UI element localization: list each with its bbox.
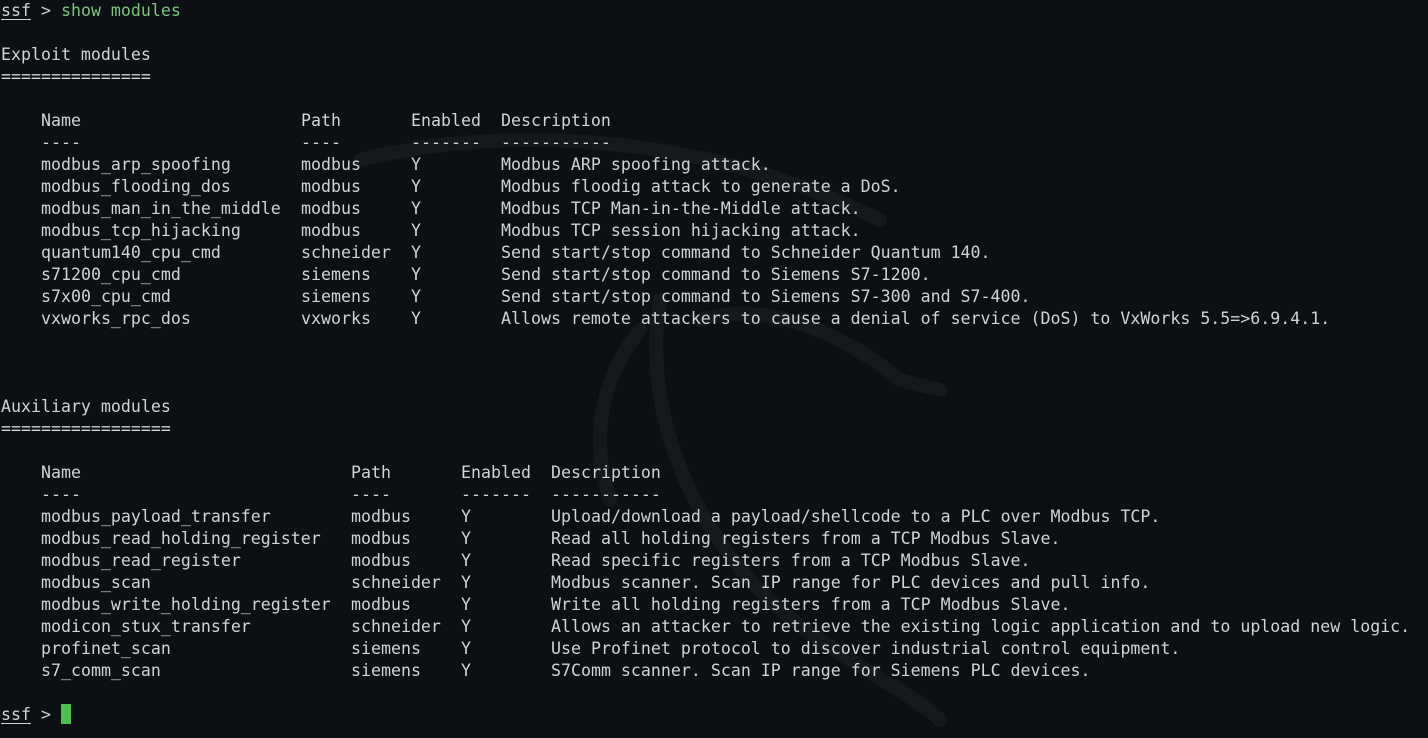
auxiliary-section-title: Auxiliary modules [1,397,171,416]
table-row-name: s7x00_cpu_cmd [41,287,171,306]
table-row-path: siemens [351,639,421,658]
table-row-name: modbus_read_holding_register [41,529,321,548]
exploit-section-title: Exploit modules [1,45,151,64]
table-header-name: Name [41,463,81,482]
table-row-path: schneider [351,617,441,636]
table-row-path: vxworks [301,309,371,328]
table-row-name: modicon_stux_transfer [41,617,251,636]
table-row-enabled: Y [461,507,471,526]
table-row-description: Read all holding registers from a TCP Mo… [551,529,1061,548]
table-row-description: Allows remote attackers to cause a denia… [501,309,1331,328]
table-row-enabled: Y [461,529,471,548]
table-header-description: Description [551,463,661,482]
table-header-enabled: Enabled [461,463,531,482]
table-row-name: s71200_cpu_cmd [41,265,181,284]
table-row-enabled: Y [411,177,421,196]
prompt-host: ssf [1,1,31,20]
table-row-enabled: Y [461,595,471,614]
table-row-description: Send start/stop command to Siemens S7-30… [501,287,1031,306]
table-separator-name: ---- [41,485,81,504]
table-row-name: quantum140_cpu_cmd [41,243,221,262]
table-row-description: Modbus TCP Man-in-the-Middle attack. [501,199,861,218]
table-row-description: Modbus TCP session hijacking attack. [501,221,861,240]
table-row-name: modbus_man_in_the_middle [41,199,281,218]
table-row-enabled: Y [461,573,471,592]
table-row-name: modbus_payload_transfer [41,507,271,526]
table-row-description: Send start/stop command to Siemens S7-12… [501,265,931,284]
table-row-description: S7Comm scanner. Scan IP range for Siemen… [551,661,1091,680]
prompt-symbol: > [40,705,51,724]
auxiliary-section-underline: ================= [1,419,171,438]
table-row-name: profinet_scan [41,639,171,658]
table-row-enabled: Y [461,661,471,680]
table-row-enabled: Y [411,287,421,306]
table-row-name: modbus_read_register [41,551,241,570]
table-separator-description: ----------- [501,133,611,152]
table-row-enabled: Y [411,243,421,262]
table-row-description: Modbus scanner. Scan IP range for PLC de… [551,573,1151,592]
table-row-enabled: Y [411,221,421,240]
table-row-description: Write all holding registers from a TCP M… [551,595,1071,614]
table-row-description: Modbus floodig attack to generate a DoS. [501,177,901,196]
command-prompt-line: ssf > show modules [1,0,181,22]
table-separator-path: ---- [351,485,391,504]
input-prompt-line[interactable]: ssf > [1,704,71,726]
table-row-path: siemens [301,265,371,284]
table-row-enabled: Y [411,309,421,328]
table-row-enabled: Y [411,155,421,174]
table-row-enabled: Y [411,265,421,284]
table-row-path: schneider [351,573,441,592]
text-cursor[interactable] [60,704,71,724]
table-header-path: Path [351,463,391,482]
table-row-path: modbus [351,529,411,548]
table-row-path: modbus [301,221,361,240]
table-header-enabled: Enabled [411,111,481,130]
table-separator-description: ----------- [551,485,661,504]
terminal-window[interactable]: ssf > show modules Exploit modules =====… [0,0,1428,738]
table-row-path: modbus [351,595,411,614]
table-row-enabled: Y [461,617,471,636]
table-row-path: schneider [301,243,391,262]
table-header-name: Name [41,111,81,130]
prompt-symbol: > [40,1,51,20]
table-row-description: Read specific registers from a TCP Modbu… [551,551,1031,570]
table-row-name: modbus_arp_spoofing [41,155,231,174]
table-separator-path: ---- [301,133,341,152]
table-row-name: vxworks_rpc_dos [41,309,191,328]
table-header-path: Path [301,111,341,130]
table-row-name: modbus_write_holding_register [41,595,331,614]
table-row-enabled: Y [461,639,471,658]
table-row-path: siemens [351,661,421,680]
table-row-enabled: Y [411,199,421,218]
exploit-section-underline: =============== [1,67,151,86]
table-row-description: Send start/stop command to Schneider Qua… [501,243,991,262]
entered-command: show modules [60,1,181,20]
table-row-path: modbus [351,551,411,570]
table-row-description: Allows an attacker to retrieve the exist… [551,617,1411,636]
table-row-name: modbus_scan [41,573,151,592]
table-row-name: modbus_flooding_dos [41,177,231,196]
table-separator-enabled: ------- [411,133,481,152]
table-separator-name: ---- [41,133,81,152]
table-row-enabled: Y [461,551,471,570]
table-row-name: s7_comm_scan [41,661,161,680]
table-row-path: siemens [301,287,371,306]
table-row-path: modbus [301,155,361,174]
table-row-name: modbus_tcp_hijacking [41,221,241,240]
table-header-description: Description [501,111,611,130]
table-row-path: modbus [301,177,361,196]
table-row-description: Use Profinet protocol to discover indust… [551,639,1181,658]
table-row-path: modbus [351,507,411,526]
table-row-path: modbus [301,199,361,218]
table-separator-enabled: ------- [461,485,531,504]
table-row-description: Upload/download a payload/shellcode to a… [551,507,1161,526]
prompt-host: ssf [1,705,31,724]
table-row-description: Modbus ARP spoofing attack. [501,155,771,174]
